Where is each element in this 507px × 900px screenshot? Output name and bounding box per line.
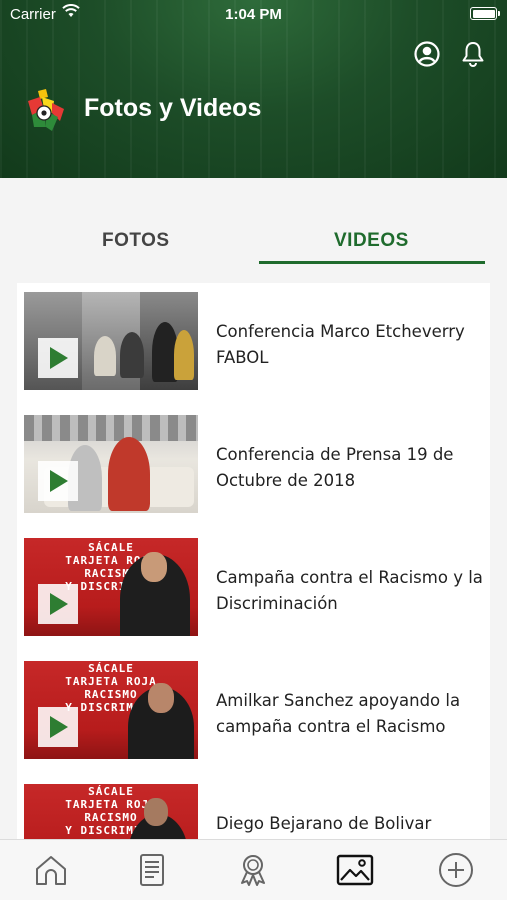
person-face — [144, 798, 168, 826]
banner-text: SÁCALE — [88, 541, 134, 554]
person-figure — [120, 332, 144, 378]
video-list-item[interactable]: SÁCALE TARJETA ROJA RACISMO Y DISCRIMINA… — [17, 652, 490, 775]
video-list: Conferencia Marco Etcheverry FABOL Confe… — [17, 283, 490, 839]
video-thumbnail — [24, 415, 198, 513]
document-icon[interactable] — [132, 850, 172, 890]
person-figure — [108, 437, 150, 511]
video-title: Diego Bejarano de Bolivar — [216, 814, 432, 833]
image-gallery-icon[interactable] — [335, 850, 375, 890]
video-list-item[interactable]: SÁCALE TARJETA ROJA RACISMO Y DISCRIMINA… — [17, 775, 490, 839]
person-figure — [94, 336, 116, 376]
video-thumbnail: SÁCALE TARJETA ROJA RACISMO Y DISCRIMINA — [24, 538, 198, 636]
thumbnail-wall — [24, 415, 198, 441]
video-list-item[interactable]: Conferencia Marco Etcheverry FABOL — [17, 283, 490, 406]
video-list-item[interactable]: Conferencia de Prensa 19 de Octubre de 2… — [17, 406, 490, 529]
video-title: Amilkar Sanchez apoyando la campaña cont… — [216, 691, 461, 736]
battery-icon — [470, 7, 500, 20]
banner-text: SÁCALE — [88, 662, 134, 675]
plus-circle-icon[interactable] — [436, 850, 476, 890]
video-title: Conferencia Marco Etcheverry FABOL — [216, 322, 465, 367]
tab-fotos[interactable]: FOTOS — [102, 230, 170, 252]
video-title: Conferencia de Prensa 19 de Octubre de 2… — [216, 445, 454, 490]
page-title: Fotos y Videos — [84, 94, 262, 122]
app-header: Carrier 1:04 PM Fotos y Videos — [0, 0, 507, 178]
active-tab-indicator — [259, 261, 485, 264]
award-icon[interactable] — [233, 850, 273, 890]
banner-text: TARJETA ROJA — [65, 798, 157, 811]
banner-text: SÁCALE — [88, 785, 134, 798]
person-figure — [174, 330, 194, 380]
bottom-tab-bar — [0, 839, 507, 900]
video-thumbnail: SÁCALE TARJETA ROJA RACISMO Y DISCRIMINA — [24, 661, 198, 759]
user-circle-icon[interactable] — [413, 40, 441, 68]
home-icon[interactable] — [31, 850, 71, 890]
media-tabs: FOTOS VIDEOS — [0, 178, 507, 270]
video-thumbnail — [24, 292, 198, 390]
video-list-item[interactable]: SÁCALE TARJETA ROJA RACISMO Y DISCRIMINA… — [17, 529, 490, 652]
status-bar: Carrier 1:04 PM — [0, 0, 507, 28]
play-icon[interactable] — [38, 707, 78, 747]
play-icon[interactable] — [38, 461, 78, 501]
play-icon[interactable] — [38, 584, 78, 624]
play-icon[interactable] — [38, 338, 78, 378]
video-thumbnail: SÁCALE TARJETA ROJA RACISMO Y DISCRIMINA — [24, 784, 198, 839]
federation-logo — [22, 87, 68, 135]
video-title: Campaña contra el Racismo y la Discrimin… — [216, 568, 483, 613]
clock: 1:04 PM — [225, 6, 282, 23]
bell-icon[interactable] — [459, 40, 487, 68]
person-face — [141, 552, 167, 582]
tab-videos[interactable]: VIDEOS — [334, 230, 409, 252]
banner-text: TARJETA ROJA — [65, 675, 157, 688]
person-face — [148, 683, 174, 713]
